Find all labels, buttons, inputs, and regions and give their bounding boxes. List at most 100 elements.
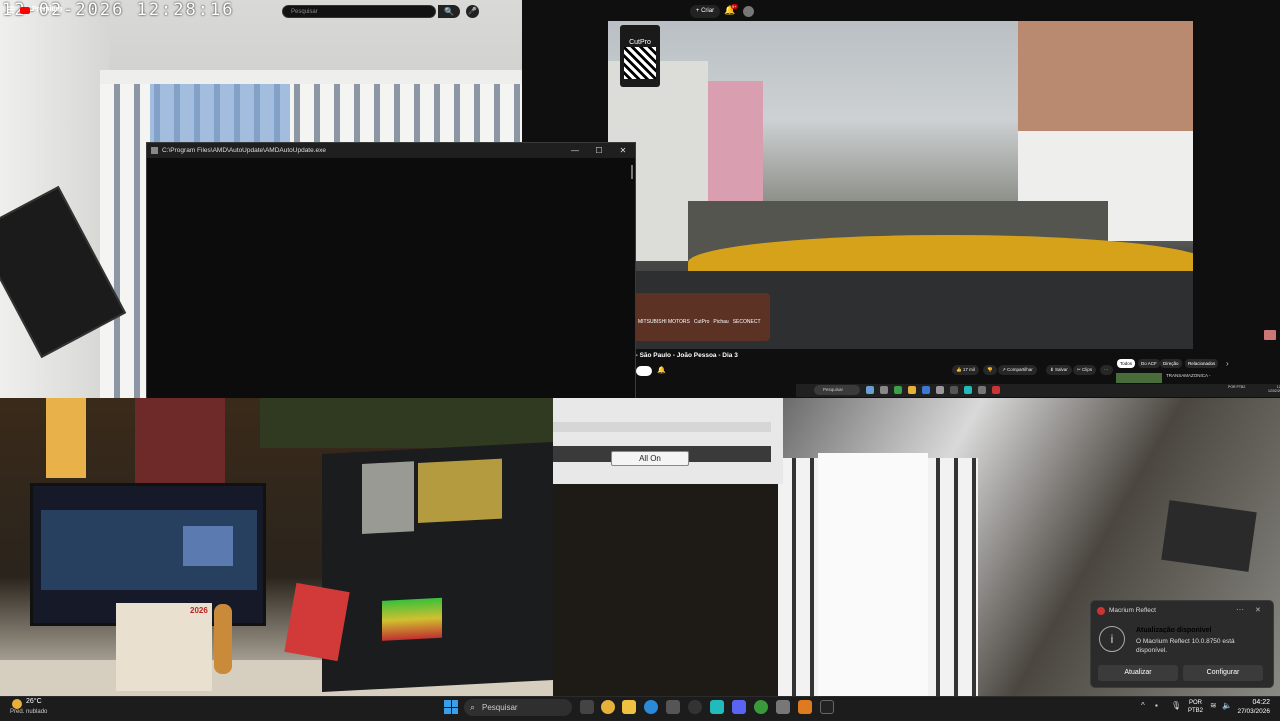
mini-app-icon[interactable] <box>880 386 888 394</box>
microphone-icon[interactable]: 🎤 <box>466 5 479 18</box>
youtube-logo-icon[interactable] <box>20 7 30 14</box>
discord-icon[interactable] <box>732 700 746 714</box>
search-icon[interactable]: 🔍 <box>438 5 460 18</box>
store-icon[interactable] <box>666 700 680 714</box>
video-title[interactable]: l - São Paulo - João Pessoa - Dia 3 <box>632 352 738 359</box>
clips-button[interactable]: ✂ Clips <box>1073 365 1097 375</box>
youtube-brand[interactable]: Premium <box>32 6 62 13</box>
minimize-button[interactable]: — <box>563 146 587 155</box>
start-button[interactable] <box>444 700 458 714</box>
close-button[interactable]: ✕ <box>611 146 635 155</box>
chevron-right-icon[interactable]: › <box>1226 359 1229 368</box>
lamp <box>46 398 86 478</box>
door-light <box>818 453 928 696</box>
language-code: POR <box>1189 700 1203 706</box>
task-view-icon[interactable] <box>580 700 594 714</box>
audio-mixer <box>382 597 442 641</box>
save-button[interactable]: ⬇ Salvar <box>1046 365 1072 375</box>
console-window[interactable]: C:\Program Files\AMD\AutoUpdate\AMDAutoU… <box>146 142 636 400</box>
notification-close-icon[interactable]: ✕ <box>1255 606 1261 614</box>
mini-app-icon[interactable] <box>894 386 902 394</box>
avatar[interactable] <box>743 6 754 17</box>
settings-icon[interactable] <box>776 700 790 714</box>
search-icon: ⌕ <box>470 702 476 712</box>
mini-app-icon[interactable] <box>978 386 986 394</box>
maximize-button[interactable]: ☐ <box>587 146 611 155</box>
update-button[interactable]: Atualizar <box>1098 665 1178 681</box>
dislike-button[interactable]: 👎 <box>983 365 997 375</box>
gate-top-rail <box>100 70 522 84</box>
right-monitor-preview-1 <box>362 461 414 534</box>
obs-icon[interactable] <box>688 700 702 714</box>
console-titlebar[interactable]: C:\Program Files\AMD\AutoUpdate\AMDAutoU… <box>147 143 635 158</box>
create-button[interactable]: + Criar <box>690 5 720 18</box>
taskbar-search-input[interactable]: Pesquisar <box>464 699 572 716</box>
mini-app-icon[interactable] <box>964 386 972 394</box>
overlay-bar <box>553 422 771 432</box>
tray-app-icon[interactable]: ▪ <box>1155 701 1165 711</box>
weather-temperature[interactable]: 26°C <box>26 698 42 705</box>
file-explorer-icon[interactable] <box>622 700 636 714</box>
notification-count-badge: 9+ <box>731 4 738 9</box>
chevron-up-icon[interactable]: ^ <box>1141 701 1145 710</box>
filter-pill-all[interactable]: Todos <box>1117 359 1136 368</box>
filter-pill-related[interactable]: Relacionados <box>1185 359 1219 368</box>
notification-app-name: Macrium Reflect <box>1109 607 1156 614</box>
sponsor-2: CutPro <box>693 319 710 325</box>
wall-poster <box>135 398 225 488</box>
mini-search-input[interactable]: Pesquisar <box>814 385 860 395</box>
microphone-icon[interactable]: 🎙 <box>1171 701 1181 711</box>
filter-pill-channel[interactable]: Do ACF <box>1138 359 1160 368</box>
notification-more-icon[interactable]: ··· <box>1236 605 1244 614</box>
sponsor-4: SECONECT <box>732 319 761 325</box>
recommended-title[interactable]: TRANSAMAZONICA - <box>1166 373 1211 378</box>
mini-app-icon[interactable] <box>950 386 958 394</box>
notification-title: Atualização disponível <box>1136 627 1212 634</box>
figurine <box>214 604 232 674</box>
menu-icon[interactable]: ☰ <box>7 5 15 16</box>
weather-icon[interactable] <box>12 699 22 709</box>
mini-app-icon[interactable] <box>908 386 916 394</box>
configure-button[interactable]: Configurar <box>1183 665 1263 681</box>
subscribe-button[interactable] <box>636 366 652 376</box>
app-icon[interactable] <box>710 700 724 714</box>
share-button[interactable]: ↗ Compartilhar <box>998 365 1037 375</box>
like-button[interactable]: 👍 17 mil <box>952 365 979 375</box>
youtube-search-input[interactable]: Pesquisar <box>282 5 436 18</box>
console-scrollbar[interactable] <box>631 165 633 179</box>
app-icon[interactable] <box>754 700 768 714</box>
right-monitor-preview-2 <box>418 458 502 524</box>
sponsor-banner: MITSUBISHI MOTORS CutPro Pichau SECONECT <box>634 293 770 341</box>
mini-app-icon[interactable] <box>992 386 1000 394</box>
keyboard-layout: PTB2 <box>1188 708 1204 714</box>
edge-icon[interactable] <box>644 700 658 714</box>
qr-code-icon <box>624 47 656 79</box>
mini-app-icon[interactable] <box>866 386 874 394</box>
mini-app-icon[interactable] <box>922 386 930 394</box>
clock-time[interactable]: 04:22 <box>1238 699 1270 706</box>
weather-description[interactable]: Pred. nublado <box>10 709 47 715</box>
mini-clock[interactable]: 12:28 12/02/2026 <box>1268 385 1280 393</box>
subscription-bell-icon[interactable]: 🔔 <box>657 366 666 374</box>
more-actions-button[interactable]: ··· <box>1100 365 1113 375</box>
app-icon[interactable] <box>820 700 834 714</box>
chrome-icon[interactable] <box>601 700 615 714</box>
desk-calendar <box>116 603 212 691</box>
all-on-button[interactable]: All On <box>611 451 689 466</box>
video-player[interactable]: CutPro MITSUBISHI MOTORS CutPro Pichau S… <box>608 21 1193 349</box>
qr-brand-label: CutPro <box>629 39 651 46</box>
calendar-year: 2026 <box>190 606 208 615</box>
left-monitor-webcam-view <box>183 526 233 566</box>
wall-box <box>1161 500 1257 572</box>
sponsor-1: MITSUBISHI MOTORS <box>638 319 690 325</box>
dark-corner <box>553 478 778 696</box>
mini-language-indicator[interactable]: POR PTB2 <box>1228 385 1245 389</box>
recommended-thumbnail[interactable] <box>1116 373 1162 383</box>
clock-date[interactable]: 27/03/2026 <box>1230 708 1270 715</box>
mini-app-icon[interactable] <box>936 386 944 394</box>
wifi-icon[interactable]: ≋ <box>1210 701 1220 711</box>
language-indicator[interactable]: POR PTB2 <box>1188 699 1203 715</box>
cast-icon[interactable] <box>1264 330 1276 340</box>
vlc-icon[interactable] <box>798 700 812 714</box>
filter-pill-direction[interactable]: Direção <box>1160 359 1182 368</box>
